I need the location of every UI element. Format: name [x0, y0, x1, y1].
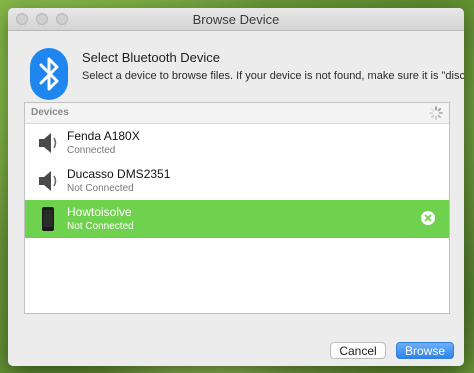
devices-list-header: Devices [25, 103, 449, 124]
phone-icon [42, 207, 54, 231]
dialog-description: Select a device to browse files. If your… [82, 70, 464, 82]
title-bar: Browse Device [8, 8, 464, 31]
cancel-button[interactable]: Cancel [330, 342, 386, 359]
dialog-heading: Select Bluetooth Device [82, 50, 221, 65]
device-name: Howtoisolve [67, 205, 132, 219]
device-row-ducasso[interactable]: Ducasso DMS2351 Not Connected [25, 162, 449, 200]
device-status: Not Connected [67, 221, 134, 232]
loading-spinner-icon [429, 106, 443, 120]
device-row-fenda[interactable]: Fenda A180X Connected [25, 124, 449, 162]
device-row-howtoisolve[interactable]: Howtoisolve Not Connected [25, 200, 449, 238]
devices-header-label: Devices [31, 107, 69, 118]
device-status: Not Connected [67, 183, 134, 194]
speaker-icon [39, 133, 57, 153]
device-status: Connected [67, 145, 116, 156]
device-name: Ducasso DMS2351 [67, 167, 171, 181]
remove-device-button[interactable] [421, 211, 435, 225]
browse-device-dialog: Browse Device Select Bluetooth Device Se… [8, 8, 464, 366]
bluetooth-icon [30, 48, 68, 100]
devices-list[interactable]: Devices Fenda A180X Connected Ducasso DM… [24, 102, 450, 314]
window-title: Browse Device [192, 12, 280, 27]
dialog-header: Select Bluetooth Device Select a device … [30, 48, 464, 108]
browse-button[interactable]: Browse [396, 342, 454, 359]
speaker-icon [39, 171, 57, 191]
device-name: Fenda A180X [67, 129, 140, 143]
